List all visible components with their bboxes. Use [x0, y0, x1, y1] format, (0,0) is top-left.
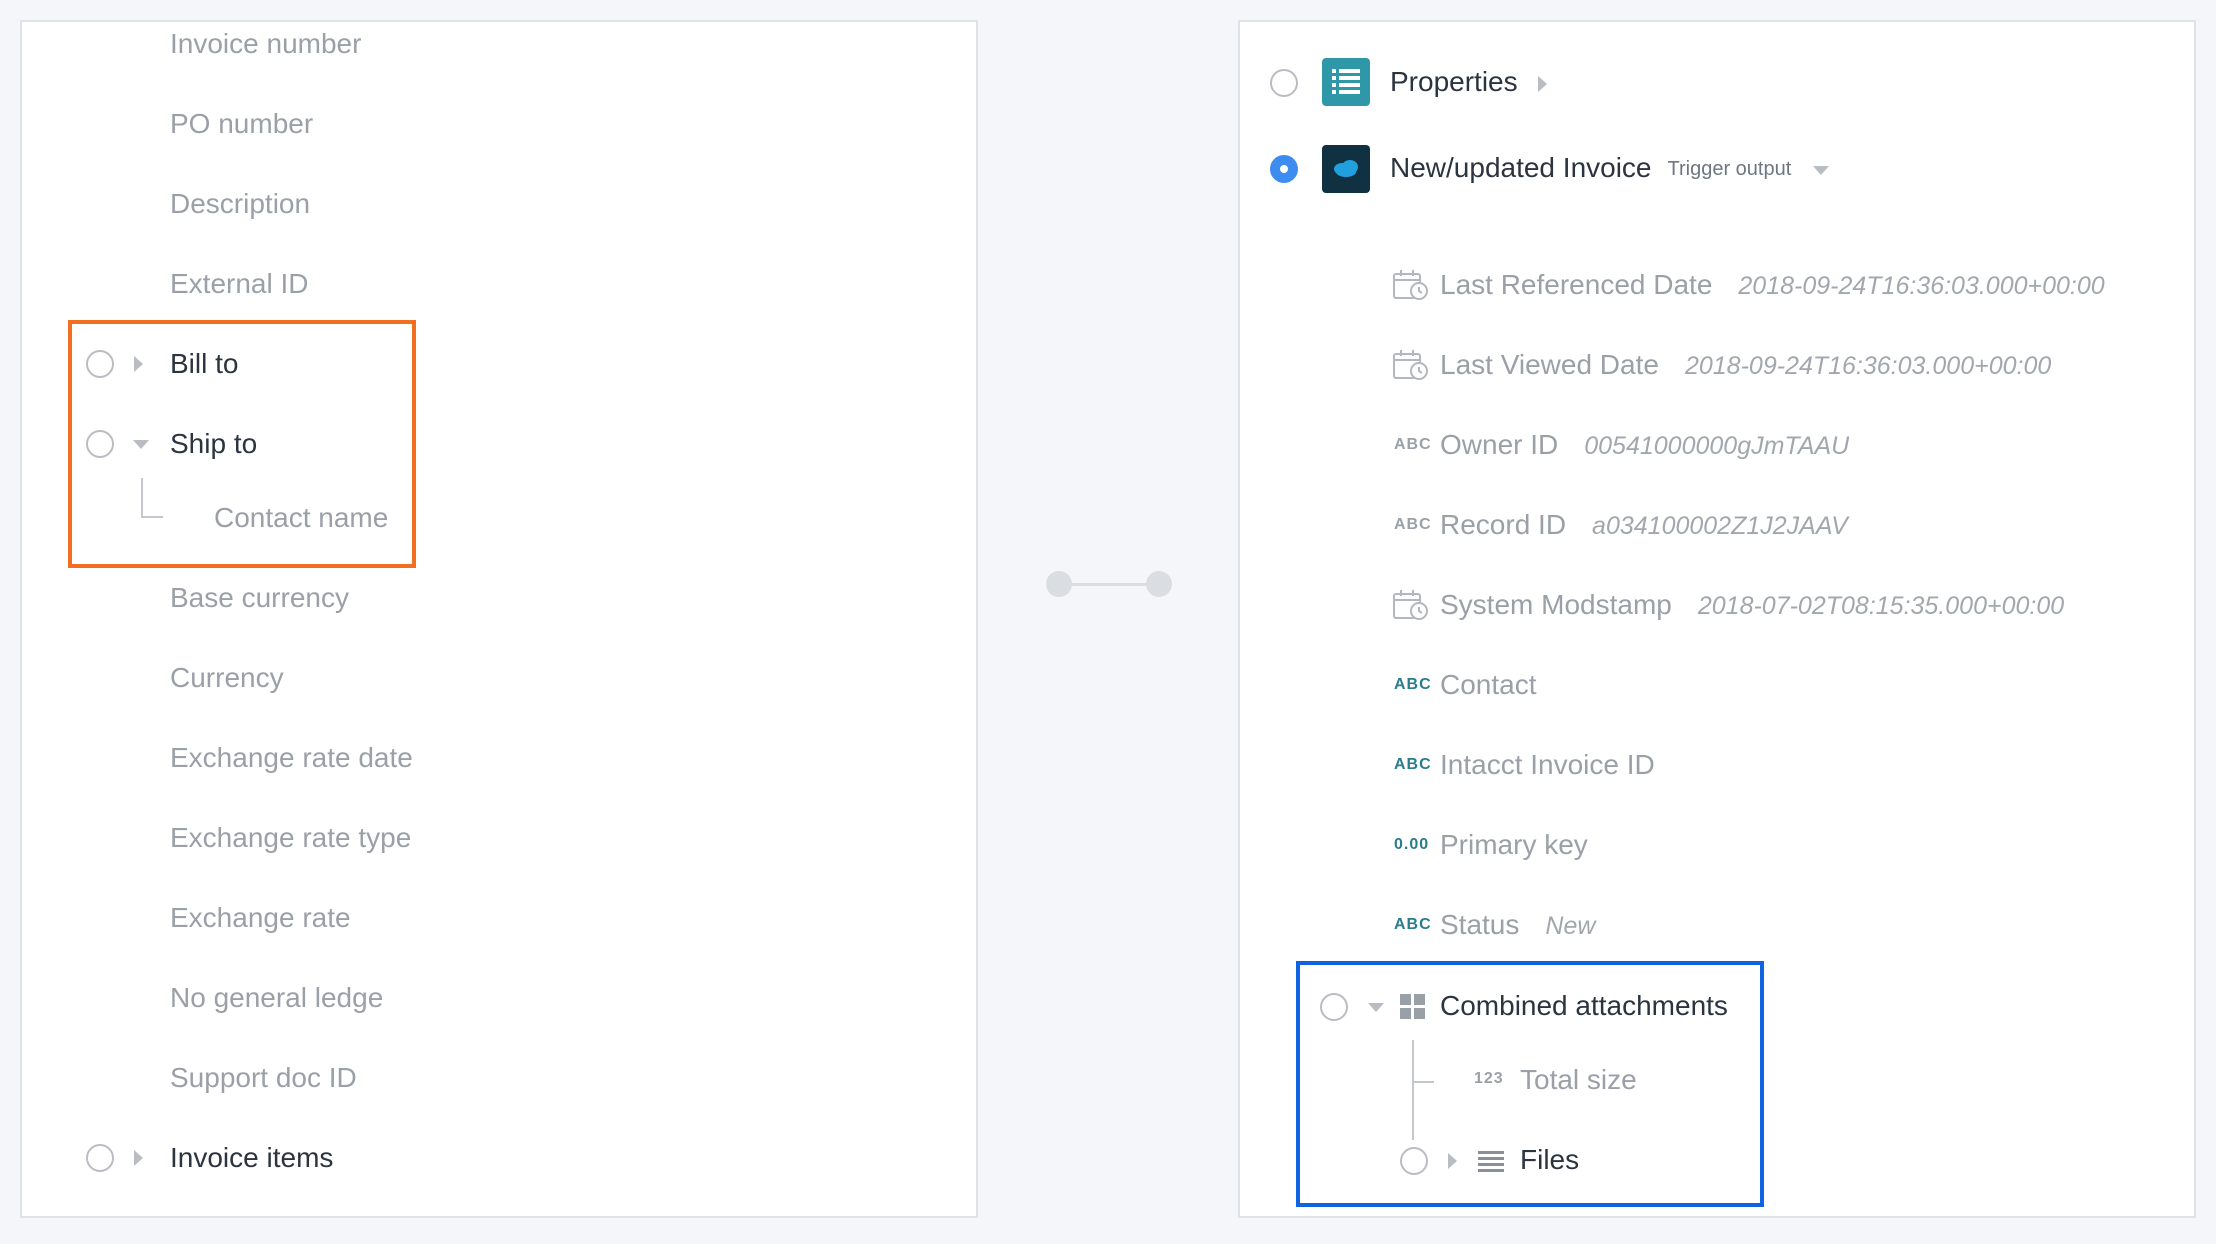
chevron-right-icon[interactable] [134, 356, 143, 372]
datapill-name[interactable]: Last Viewed Date [1440, 348, 1659, 382]
datapill-name[interactable]: Owner ID [1440, 428, 1558, 462]
datapill-sample-value: 2018-09-24T16:36:03.000+00:00 [1738, 272, 2105, 300]
field-currency[interactable]: Currency [170, 661, 284, 695]
connector-node-right [1146, 571, 1172, 597]
datapill-sample-value: New [1545, 912, 1596, 940]
field-contact-name[interactable]: Contact name [214, 501, 388, 535]
chevron-down-icon[interactable] [1368, 1003, 1384, 1012]
datapill-name[interactable]: Intacct Invoice ID [1440, 748, 1655, 782]
invoice-items-radio[interactable] [86, 1144, 114, 1172]
attachments-title[interactable]: Combined attachments [1440, 989, 1728, 1023]
field-files[interactable]: Files [1520, 1143, 1579, 1177]
field-external-id[interactable]: External ID [170, 267, 309, 301]
chevron-right-icon[interactable] [1448, 1153, 1457, 1169]
ship-to-radio[interactable] [86, 430, 114, 458]
tree-connector [141, 516, 163, 518]
tree-connector [1412, 1040, 1414, 1140]
string-type-icon: ABC [1394, 516, 1432, 533]
input-fields-panel [20, 20, 978, 1218]
field-exchange-rate-date[interactable]: Exchange rate date [170, 741, 413, 775]
grid-icon [1400, 994, 1426, 1020]
string-type-icon: ABC [1394, 916, 1432, 933]
field-no-general-ledge[interactable]: No general ledge [170, 981, 383, 1015]
field-invoice-number[interactable]: Invoice number [170, 27, 361, 61]
string-type-icon: ABC [1394, 676, 1432, 693]
datapill-name[interactable]: Status [1440, 908, 1519, 942]
connector-node-left [1046, 571, 1072, 597]
datapill-sample-value: 00541000000gJmTAAU [1584, 432, 1850, 460]
tree-connector [1412, 1081, 1434, 1083]
integer-type-icon: 123 [1474, 1070, 1504, 1087]
mapping-connector [1046, 571, 1172, 597]
datapill-name[interactable]: Contact [1440, 668, 1537, 702]
chevron-right-icon[interactable] [1538, 76, 1547, 92]
decimal-type-icon: 0.00 [1394, 836, 1430, 853]
calendar-icon [1393, 589, 1429, 626]
list-icon [1322, 58, 1370, 106]
field-exchange-rate[interactable]: Exchange rate [170, 901, 351, 935]
calendar-icon [1393, 269, 1429, 306]
string-type-icon: ABC [1394, 756, 1432, 773]
field-ship-to[interactable]: Ship to [170, 427, 257, 461]
chevron-right-icon[interactable] [134, 1150, 143, 1166]
attachments-radio[interactable] [1320, 993, 1348, 1021]
field-base-currency[interactable]: Base currency [170, 581, 349, 615]
properties-label[interactable]: Properties [1390, 65, 1518, 99]
datapill-sample-value: a034100002Z1J2JAAV [1592, 512, 1848, 540]
field-total-size[interactable]: Total size [1520, 1063, 1637, 1097]
bill-to-radio[interactable] [86, 350, 114, 378]
chevron-down-icon[interactable] [133, 440, 149, 449]
trigger-title[interactable]: New/updated Invoice [1390, 151, 1652, 185]
datapill-name[interactable]: Record ID [1440, 508, 1566, 542]
field-bill-to[interactable]: Bill to [170, 347, 238, 381]
datapill-sample-value: 2018-07-02T08:15:35.000+00:00 [1697, 592, 2065, 620]
tree-connector [141, 478, 143, 518]
salesforce-icon [1322, 145, 1370, 193]
chevron-down-icon[interactable] [1813, 166, 1829, 175]
trigger-radio[interactable] [1270, 155, 1298, 183]
datapill-name[interactable]: Primary key [1440, 828, 1588, 862]
files-radio[interactable] [1400, 1147, 1428, 1175]
field-description[interactable]: Description [170, 187, 310, 221]
properties-radio[interactable] [1270, 69, 1298, 97]
datapill-name[interactable]: System Modstamp [1440, 588, 1672, 622]
datapill-name[interactable]: Last Referenced Date [1440, 268, 1712, 302]
field-exchange-rate-type[interactable]: Exchange rate type [170, 821, 411, 855]
trigger-output-label: Trigger output [1667, 158, 1792, 180]
string-type-icon: ABC [1394, 436, 1432, 453]
field-po-number[interactable]: PO number [170, 107, 313, 141]
list-lines-icon [1478, 1149, 1504, 1173]
calendar-icon [1393, 349, 1429, 386]
datapill-sample-value: 2018-09-24T16:36:03.000+00:00 [1684, 352, 2052, 380]
connector-line [1059, 583, 1159, 586]
field-support-doc-id[interactable]: Support doc ID [170, 1061, 357, 1095]
field-invoice-items[interactable]: Invoice items [170, 1141, 333, 1175]
